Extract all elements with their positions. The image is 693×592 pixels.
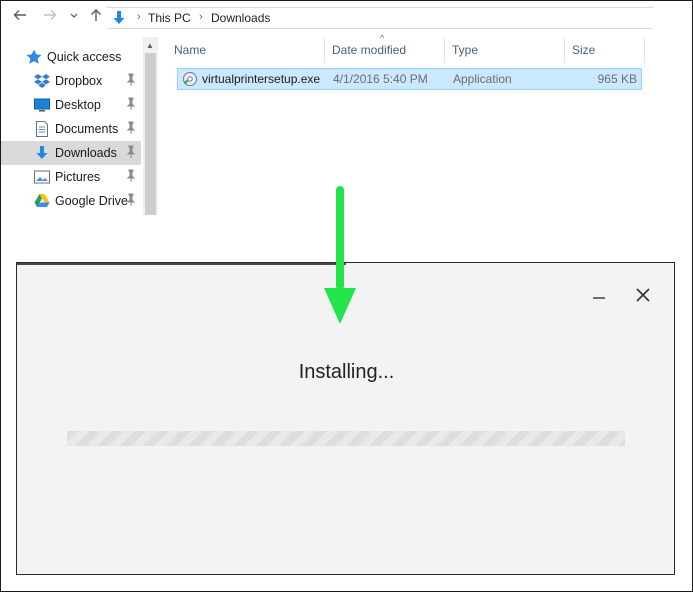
up-button[interactable] — [87, 7, 105, 27]
breadcrumb-chevron-icon[interactable]: › — [199, 11, 203, 23]
back-arrow-icon — [13, 10, 26, 20]
sidebar-item-documents[interactable]: Documents — [1, 117, 141, 141]
sidebar-item-label: Desktop — [55, 98, 101, 112]
file-list: Name Date modified ^ Type Size virtualpr… — [167, 33, 653, 215]
column-header-type[interactable]: Type — [445, 37, 565, 63]
sidebar-item-dropbox[interactable]: Dropbox — [1, 69, 141, 93]
file-name: virtualprintersetup.exe — [202, 72, 321, 86]
dropbox-icon — [34, 74, 50, 88]
pin-icon[interactable] — [125, 145, 137, 159]
sidebar-item-desktop[interactable]: Desktop — [1, 93, 141, 117]
pin-icon[interactable] — [125, 169, 137, 183]
file-date-modified: 4/1/2016 5:40 PM — [333, 72, 428, 86]
down-arrow-annotation-icon — [324, 186, 356, 324]
sidebar-item-label: Quick access — [47, 50, 122, 64]
installing-status-text: Installing... — [298, 361, 395, 383]
documents-icon — [36, 121, 48, 137]
sidebar-item-downloads[interactable]: Downloads — [1, 141, 141, 165]
column-header-name[interactable]: Name — [167, 37, 325, 63]
downloads-icon — [36, 146, 48, 159]
sort-ascending-icon: ^ — [380, 33, 385, 43]
file-type: Application — [453, 72, 512, 86]
breadcrumb-chevron-icon[interactable]: › — [137, 11, 141, 23]
desktop-icon — [34, 98, 50, 112]
minimize-button[interactable] — [591, 285, 607, 301]
pin-icon[interactable] — [125, 97, 137, 111]
file-size: 965 KB — [597, 72, 637, 86]
breadcrumb-this-pc[interactable]: This PC — [148, 11, 191, 25]
back-button[interactable] — [11, 7, 29, 27]
installer-exe-icon — [183, 72, 197, 86]
navigation-pane: Quick access Dropbox Desktop Documents D… — [1, 37, 158, 215]
column-header-size[interactable]: Size — [565, 37, 645, 63]
sidebar-item-pictures[interactable]: Pictures — [1, 165, 141, 189]
navigation-scrollbar[interactable]: ▲ — [143, 37, 158, 215]
pin-icon[interactable] — [125, 193, 137, 207]
install-progress-bar — [67, 431, 625, 446]
downloads-icon — [113, 11, 125, 24]
pin-icon[interactable] — [125, 73, 137, 87]
forward-button[interactable] — [41, 7, 59, 27]
star-icon — [26, 49, 42, 64]
address-toolbar: › This PC › Downloads — [1, 1, 653, 33]
sidebar-item-label: Downloads — [55, 146, 117, 160]
sidebar-item-label: Dropbox — [55, 74, 103, 88]
sidebar-item-label: Documents — [55, 122, 119, 136]
chevron-down-icon — [70, 13, 78, 18]
file-explorer-window: › This PC › Downloads Quick access Dropb… — [1, 1, 653, 215]
address-bar[interactable]: › This PC › Downloads — [107, 7, 653, 29]
forward-arrow-icon — [44, 10, 57, 20]
column-header-date-modified[interactable]: Date modified — [325, 37, 445, 63]
close-button[interactable] — [633, 285, 653, 305]
sidebar-item-google-drive[interactable]: Google Drive — [1, 189, 141, 213]
sidebar-item-label: Pictures — [55, 170, 101, 184]
sidebar-item-label: Google Drive — [55, 194, 128, 208]
scrollbar-thumb[interactable] — [145, 53, 156, 215]
pin-icon[interactable] — [125, 121, 137, 135]
scroll-up-icon[interactable]: ▲ — [146, 41, 154, 50]
pictures-icon — [34, 170, 50, 184]
file-row-virtualprintersetup[interactable]: virtualprintersetup.exe 4/1/2016 5:40 PM… — [177, 68, 642, 90]
recent-locations-button[interactable] — [65, 7, 83, 27]
up-arrow-icon — [91, 9, 101, 21]
breadcrumb-downloads[interactable]: Downloads — [211, 11, 270, 25]
google-drive-icon — [34, 194, 50, 207]
sidebar-item-quick-access[interactable]: Quick access — [1, 45, 141, 69]
